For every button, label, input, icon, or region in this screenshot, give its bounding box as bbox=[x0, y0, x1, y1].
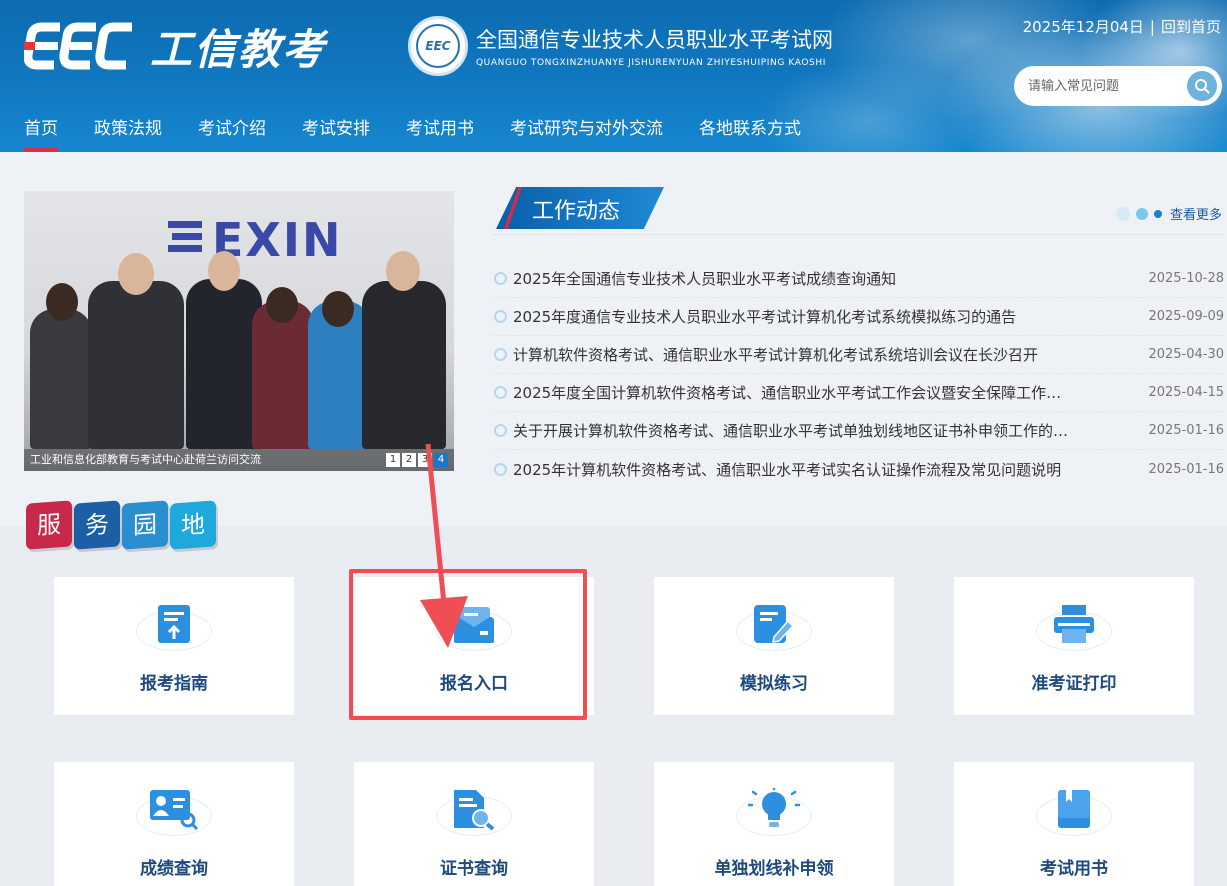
annotation-arrow bbox=[420, 443, 468, 648]
registration-highlight-box bbox=[349, 569, 587, 720]
